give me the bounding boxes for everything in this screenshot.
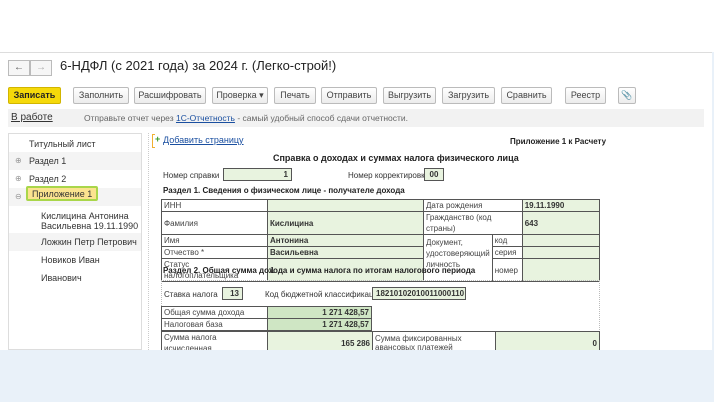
compare-button[interactable]: Сравнить xyxy=(501,87,552,104)
kbk-label: Код бюджетной классификации xyxy=(265,290,383,299)
tree-item-section-1[interactable]: ⊕ Раздел 1 xyxy=(9,152,141,170)
section-1-title: Раздел 1. Сведения о физическом лице - п… xyxy=(163,186,405,195)
section-tree: Титульный лист ⊕ Раздел 1 ⊕ Раздел 2 ⊖ Кис… xyxy=(8,133,142,350)
registry-button[interactable]: Реестр xyxy=(565,87,606,104)
section-2-title: Раздел 2. Общая сумма дохода и сумма нал… xyxy=(163,266,476,275)
inn-field[interactable] xyxy=(267,199,424,212)
expand-icon[interactable]: ⊕ xyxy=(15,170,22,188)
doc-series-field[interactable] xyxy=(521,246,601,259)
surname-label: Фамилия xyxy=(161,211,268,235)
corr-label: Номер корректировки xyxy=(348,171,430,180)
check-label: Проверка xyxy=(216,90,257,100)
base-field[interactable]: 1 271 428,57 xyxy=(267,318,372,331)
citizen-field[interactable]: 643 xyxy=(521,211,601,235)
income-label: Общая сумма дохода xyxy=(161,306,268,319)
doc-number-field[interactable] xyxy=(521,258,601,282)
print-button[interactable]: Печать xyxy=(274,87,316,104)
tree-item-appendix-1[interactable]: Приложение 1 xyxy=(26,186,99,201)
chevron-down-icon: ▾ xyxy=(259,90,264,100)
collapse-icon[interactable]: ⊖ xyxy=(15,188,22,206)
status-link[interactable]: В работе xyxy=(11,112,53,123)
cert-no-field[interactable]: 1 xyxy=(223,168,292,181)
decode-button[interactable]: Расшифровать xyxy=(134,87,206,104)
attach-icon[interactable]: 📎 xyxy=(618,87,636,104)
back-button[interactable]: ← xyxy=(8,60,30,76)
name-field[interactable]: Антонина xyxy=(267,234,424,247)
form-heading: Справка о доходах и суммах налога физиче… xyxy=(273,153,519,163)
doc-code-label: код xyxy=(491,234,523,247)
tree-item-title-page[interactable]: Титульный лист xyxy=(9,135,141,153)
top-strip xyxy=(0,0,714,52)
send-button[interactable]: Отправить xyxy=(321,87,377,104)
add-page-link[interactable]: Добавить страницу xyxy=(163,135,244,145)
citizen-label: Гражданство (код страны) xyxy=(423,211,523,235)
save-button[interactable]: Записать xyxy=(8,87,61,104)
info-message: Отправьте отчет через 1С-Отчетность - са… xyxy=(84,113,408,123)
income-table: Общая сумма дохода 1 271 428,57 Налоговая… xyxy=(161,306,372,331)
forward-button[interactable]: → xyxy=(30,60,52,76)
base-label: Налоговая база xyxy=(161,318,268,331)
tree-item-person[interactable]: Кислицина Антонина Васильевна 19.11.1990 xyxy=(9,207,141,233)
tree-label: Раздел 1 xyxy=(29,156,67,166)
patronymic-field[interactable]: Васильевна xyxy=(267,246,424,259)
window-title: 6-НДФЛ (с 2021 года) за 2024 г. (Легко-с… xyxy=(60,58,337,73)
check-dropdown-button[interactable]: Проверка ▾ xyxy=(212,87,268,104)
birth-field[interactable]: 19.11.1990 xyxy=(521,199,601,212)
doc-number-label: номер xyxy=(491,258,523,282)
appendix-label: Приложение 1 к Расчету xyxy=(510,137,607,146)
rate-label: Ставка налога xyxy=(164,290,218,299)
inn-label: ИНН xyxy=(161,199,268,212)
plus-icon: + xyxy=(155,134,161,144)
export-button[interactable]: Выгрузить xyxy=(383,87,436,104)
info-text-before: Отправьте отчет через xyxy=(84,113,176,123)
info-text-after: - самый удобный способ сдачи отчетности. xyxy=(234,113,409,123)
doc-series-label: серия xyxy=(491,246,523,259)
name-label: Имя xyxy=(161,234,268,247)
fill-button[interactable]: Заполнить xyxy=(73,87,129,104)
surname-field[interactable]: Кислицина xyxy=(267,211,424,235)
bottom-strip xyxy=(0,350,714,402)
tree-label: Раздел 2 xyxy=(29,174,67,184)
income-field[interactable]: 1 271 428,57 xyxy=(267,306,372,319)
corr-field[interactable]: 00 xyxy=(424,168,444,181)
expand-icon[interactable]: ⊕ xyxy=(15,152,22,170)
birth-label: Дата рождения xyxy=(423,199,523,212)
kbk-field[interactable]: 18210102010011000110 xyxy=(372,287,466,300)
rate-field[interactable]: 13 xyxy=(222,287,243,300)
patronymic-label: Отчество * xyxy=(161,246,268,259)
doc-code-field[interactable] xyxy=(521,234,601,247)
tree-item-person[interactable]: Ложкин Петр Петрович xyxy=(9,233,141,251)
tree-item-person[interactable]: Новиков Иван Иванович xyxy=(9,251,141,283)
cert-no-label: Номер справки xyxy=(163,171,220,180)
reporting-link[interactable]: 1С-Отчетность xyxy=(176,113,235,123)
import-button[interactable]: Загрузить xyxy=(442,87,495,104)
